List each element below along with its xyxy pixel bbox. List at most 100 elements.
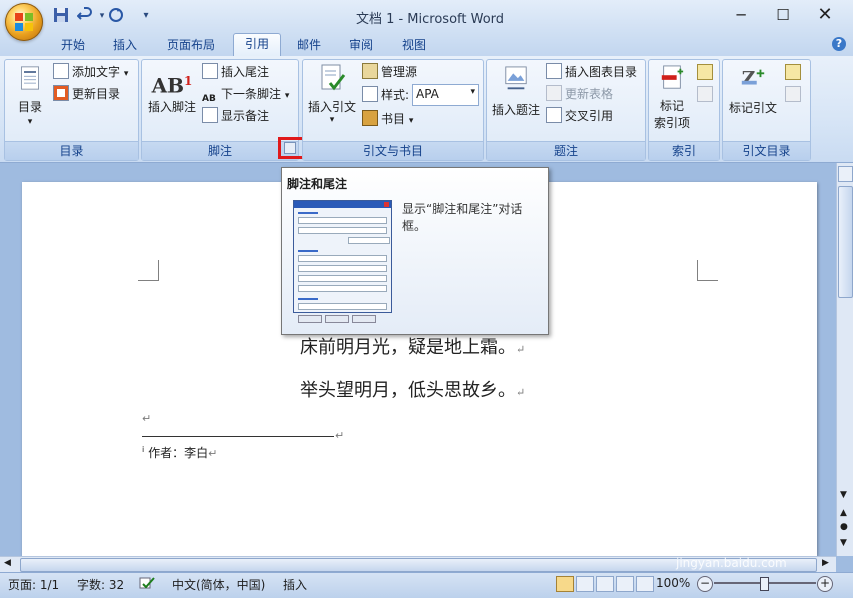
style-dropdown-arrow-icon: ▾ <box>470 87 475 97</box>
status-page[interactable]: 页面: 1/1 <box>8 576 59 593</box>
insert-table-figures-button[interactable]: 插入图表目录 <box>546 63 637 81</box>
manage-sources-button[interactable]: 管理源 <box>362 63 417 81</box>
zoom-level[interactable]: 100% <box>656 576 690 590</box>
group-label-index: 索引 <box>649 141 719 160</box>
add-text-button[interactable]: 添加文字 ▾ <box>53 63 128 81</box>
bibliography-button[interactable]: 书目 ▾ <box>362 110 413 128</box>
mark-entry-label-line2: 索引项 <box>653 116 690 130</box>
prev-page-icon[interactable]: ▲ <box>840 508 847 518</box>
next-footnote-button[interactable]: AB 下一条脚注 ▾ <box>202 85 289 104</box>
style-dropdown[interactable]: APA ▾ <box>412 84 479 106</box>
update-toc-label: 更新目录 <box>72 87 121 101</box>
status-word-count[interactable]: 字数: 32 <box>77 576 124 593</box>
tab-view[interactable]: 视图 <box>393 35 435 55</box>
poem-line-2-text: 举头望明月，低头思故乡。 <box>300 380 516 401</box>
add-text-icon <box>53 63 69 79</box>
insert-footnote-label: 插入脚注 <box>147 100 196 114</box>
update-index-icon[interactable] <box>697 86 713 102</box>
insert-footnote-button[interactable]: AB1 插入脚注 <box>146 66 198 115</box>
status-language[interactable]: 中文(简体，中国) <box>172 576 265 593</box>
insert-caption-label: 插入题注 <box>491 103 540 117</box>
insert-endnote-button[interactable]: 插入尾注 <box>202 63 269 81</box>
show-notes-button[interactable]: 显示备注 <box>202 107 269 125</box>
footnote-para-mark: ↵ <box>208 447 218 460</box>
insert-caption-button[interactable]: 插入题注 <box>490 65 542 118</box>
outline-view-icon[interactable] <box>616 576 634 592</box>
update-table-button[interactable]: 更新表格 <box>546 85 613 103</box>
next-page-icon[interactable]: ▼ <box>840 538 847 548</box>
cross-reference-icon <box>546 107 562 123</box>
draft-view-icon[interactable] <box>636 576 654 592</box>
footnote-text: 作者：李白 <box>148 446 209 460</box>
insert-endnote-icon <box>202 63 218 79</box>
update-table-label: 更新表格 <box>565 87 614 101</box>
mark-entry-button[interactable]: 标记 索引项 <box>650 64 694 131</box>
poem-line-1[interactable]: 床前明月光，疑是地上霜。↵ <box>300 333 525 359</box>
style-label-group: 样式: <box>362 86 409 104</box>
scroll-down-arrow-icon[interactable]: ▼ <box>840 490 847 500</box>
crop-mark-right <box>697 260 718 281</box>
tab-review[interactable]: 审阅 <box>340 35 382 55</box>
status-insert-mode[interactable]: 插入 <box>283 576 307 593</box>
tab-references[interactable]: 引用 <box>233 33 281 57</box>
insert-caption-icon <box>505 66 527 90</box>
insert-toa-icon[interactable] <box>785 64 801 80</box>
toc-button-label: 目录 <box>17 100 42 114</box>
insert-table-figures-icon <box>546 63 562 79</box>
toc-dropdown-icon: ▾ <box>27 117 33 127</box>
tooltip-dialog-preview <box>293 200 392 323</box>
minimize-icon[interactable]: ─ <box>722 4 760 26</box>
redo-icon[interactable] <box>107 7 125 25</box>
cross-reference-button[interactable]: 交叉引用 <box>546 107 613 125</box>
browse-object-icon[interactable]: ● <box>840 522 848 532</box>
update-toa-icon[interactable] <box>785 86 801 102</box>
insert-index-icon[interactable] <box>697 64 713 80</box>
manage-sources-label: 管理源 <box>381 65 418 79</box>
zoom-out-icon[interactable]: − <box>697 576 713 592</box>
close-icon[interactable]: ✕ <box>806 4 844 26</box>
window-title: 文档 1 - Microsoft Word <box>355 12 505 27</box>
footnote-ab-icon: AB1 <box>151 73 193 98</box>
zoom-slider-thumb[interactable] <box>760 577 769 591</box>
tab-mailings[interactable]: 邮件 <box>288 35 330 55</box>
help-icon[interactable]: ? <box>832 37 846 51</box>
update-toc-button[interactable]: 更新目录 <box>53 85 120 103</box>
undo-icon[interactable] <box>76 7 94 25</box>
toc-button[interactable]: 目录 ▾ <box>10 64 50 127</box>
vertical-scroll-thumb[interactable] <box>838 186 853 298</box>
show-notes-icon <box>202 107 218 123</box>
maximize-icon[interactable]: ☐ <box>764 4 802 26</box>
proofing-icon[interactable] <box>139 576 155 590</box>
tab-home[interactable]: 开始 <box>52 35 94 55</box>
separator-para-mark: ↵ <box>335 429 345 442</box>
qat-customize-icon[interactable]: ▾ <box>137 7 155 25</box>
style-dropdown-value: APA <box>416 87 439 101</box>
office-button[interactable] <box>5 3 43 41</box>
print-layout-view-icon[interactable] <box>556 576 574 592</box>
insert-citation-dropdown-icon: ▾ <box>329 115 335 125</box>
zoom-in-icon[interactable]: + <box>817 576 833 592</box>
paragraph-mark: ↵ <box>516 386 526 399</box>
tab-insert[interactable]: 插入 <box>104 35 146 55</box>
mark-citation-button[interactable]: Z 标记引文 <box>726 64 780 116</box>
mark-citation-icon: Z <box>741 68 765 90</box>
tab-page-layout[interactable]: 页面布局 <box>158 35 224 55</box>
style-label: 样式: <box>381 88 410 102</box>
bibliography-label: 书目 <box>381 112 406 126</box>
save-icon[interactable] <box>52 7 70 25</box>
cross-reference-label: 交叉引用 <box>565 109 614 123</box>
scroll-left-arrow-icon[interactable]: ◀ <box>4 558 11 568</box>
full-screen-reading-icon[interactable] <box>576 576 594 592</box>
watermark-url: jingyan.baidu.com <box>676 556 787 570</box>
group-label-toc: 目录 <box>5 141 138 160</box>
style-icon <box>362 86 378 102</box>
insert-endnote-label: 插入尾注 <box>221 65 270 79</box>
web-layout-icon[interactable] <box>596 576 614 592</box>
scroll-right-arrow-icon[interactable]: ▶ <box>822 558 829 568</box>
ruler-toggle-icon[interactable] <box>838 166 853 182</box>
poem-line-1-text: 床前明月光，疑是地上霜。 <box>300 337 516 358</box>
poem-line-2[interactable]: 举头望明月，低头思故乡。↵ <box>300 376 525 402</box>
insert-citation-button[interactable]: 插入引文 ▾ <box>306 63 358 125</box>
next-footnote-label: 下一条脚注 <box>221 87 282 101</box>
footnote-entry[interactable]: i 作者：李白↵ <box>142 444 217 461</box>
